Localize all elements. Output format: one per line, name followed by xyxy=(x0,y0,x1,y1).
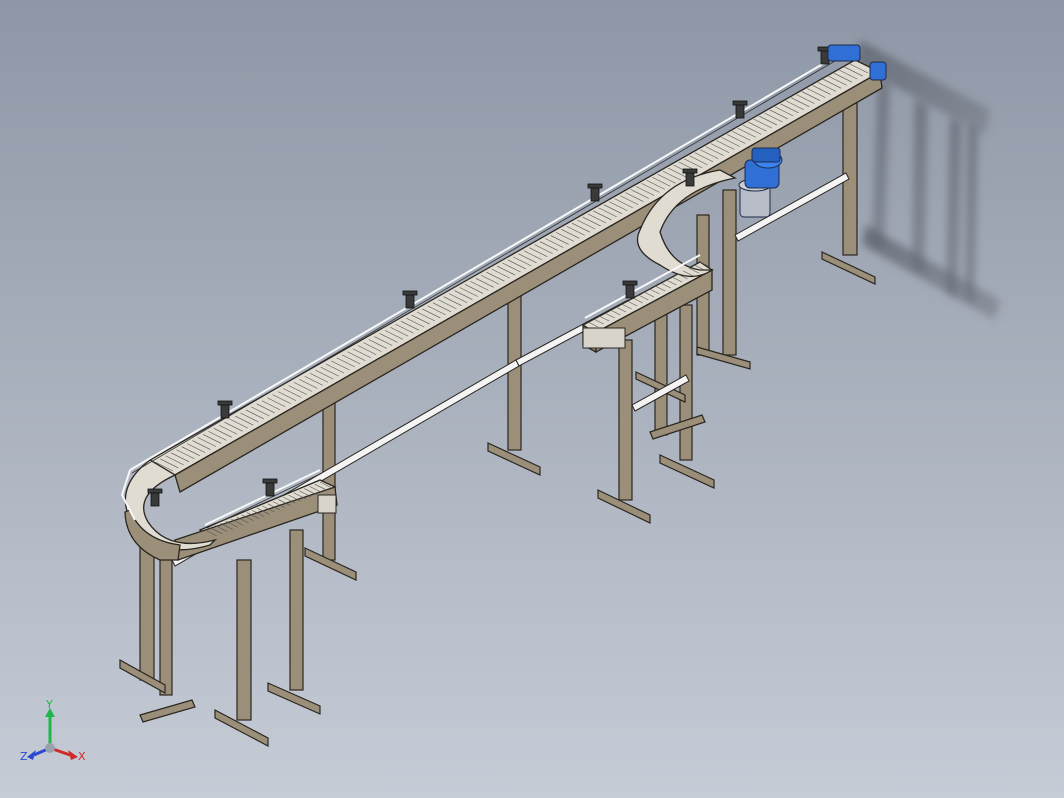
x-arrow-icon xyxy=(68,750,78,760)
x-axis-label: X xyxy=(78,750,86,763)
rail-bracket xyxy=(262,478,278,497)
orientation-triad[interactable]: Y X Z xyxy=(18,700,88,770)
cad-viewport[interactable]: Y X Z xyxy=(0,0,1064,798)
y-axis-label: Y xyxy=(45,700,53,711)
conveyor-assembly-model[interactable] xyxy=(0,0,1064,798)
rail-bracket xyxy=(147,488,163,507)
conveyor-frame xyxy=(124,59,883,561)
z-axis-label: Z xyxy=(20,750,28,763)
rail-bracket xyxy=(402,290,418,309)
triad-origin xyxy=(45,743,55,753)
